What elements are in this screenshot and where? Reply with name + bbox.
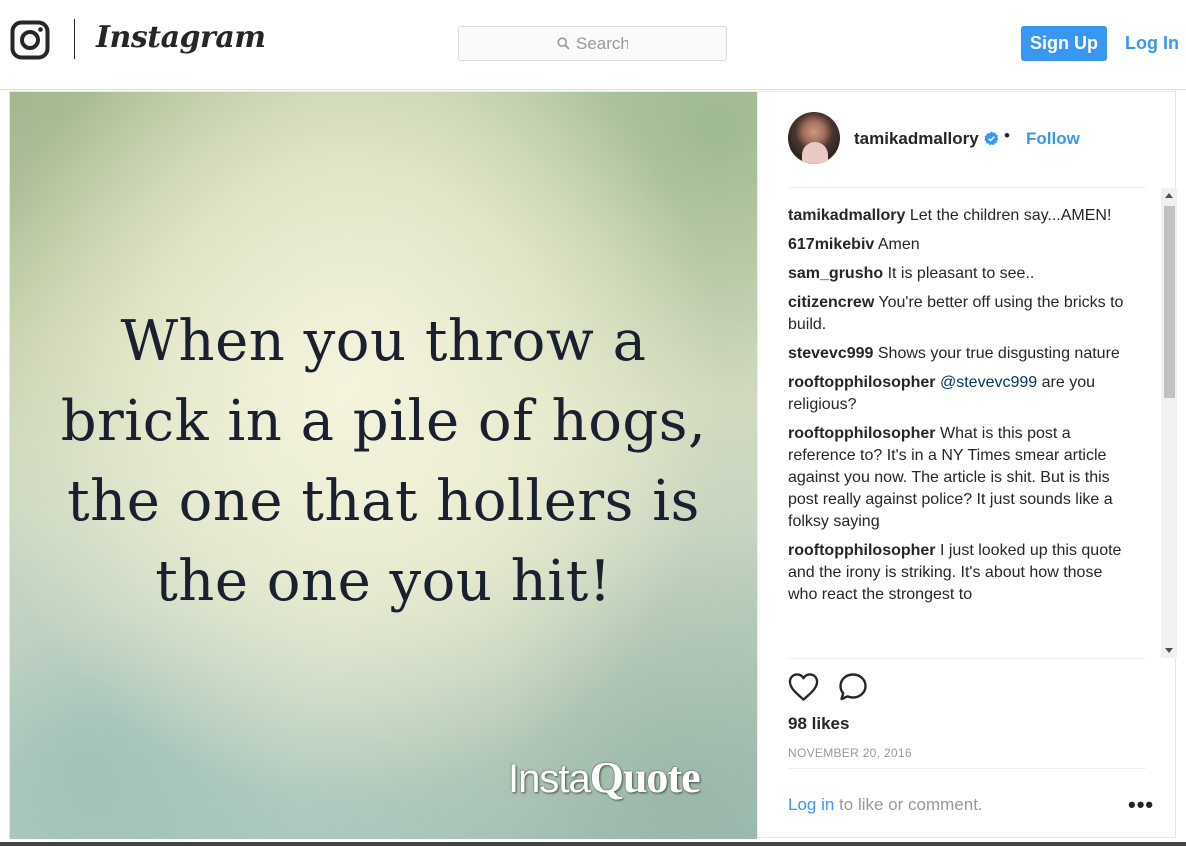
- comments-scrollbar[interactable]: [1161, 188, 1177, 658]
- avatar[interactable]: [788, 112, 840, 164]
- more-options-icon[interactable]: •••: [1128, 792, 1154, 818]
- quote-line: When you throw a: [120, 309, 647, 374]
- comment-username[interactable]: 617mikebiv: [788, 236, 874, 253]
- quote-line: the one that hollers is: [67, 469, 700, 534]
- divider: [788, 768, 1146, 769]
- comment-item: stevevc999 Shows your true disgusting na…: [788, 343, 1128, 365]
- header-divider: [74, 19, 75, 59]
- comment-text: It is pleasant to see..: [887, 265, 1035, 282]
- post-container: When you throw a brick in a pile of hogs…: [9, 91, 1177, 839]
- comment-item: tamikadmallory Let the children say...AM…: [788, 205, 1128, 227]
- comment-item: citizencrew You're better off using the …: [788, 292, 1128, 336]
- instagram-wordmark-logo[interactable]: Instagram: [96, 20, 266, 55]
- heart-icon[interactable]: [788, 672, 819, 702]
- comment-mention-link[interactable]: @stevevc999: [940, 374, 1037, 391]
- comment-username[interactable]: sam_grusho: [788, 265, 883, 282]
- log-in-link-inline[interactable]: Log in: [788, 795, 834, 814]
- window-bottom-edge: [0, 842, 1186, 846]
- divider: [788, 658, 1146, 659]
- scrollbar-thumb[interactable]: [1164, 206, 1175, 398]
- post-side-panel: tamikadmallory • Follow tamikadmallory L…: [757, 92, 1177, 837]
- comment-username[interactable]: rooftopphilosopher: [788, 374, 936, 391]
- comment-username[interactable]: stevevc999: [788, 345, 873, 362]
- login-prompt-text: to like or comment.: [834, 795, 983, 814]
- quote-text: When you throw a brick in a pile of hogs…: [10, 302, 757, 622]
- comment-username[interactable]: rooftopphilosopher: [788, 542, 936, 559]
- separator-dot: •: [1004, 126, 1010, 145]
- post-actions: [788, 672, 908, 704]
- watermark-quote: Quote: [589, 753, 701, 802]
- login-prompt: Log in to like or comment.: [788, 795, 983, 815]
- comment-text: Let the children say...AMEN!: [909, 207, 1112, 224]
- post-header: tamikadmallory • Follow: [788, 112, 1148, 164]
- instagram-camera-icon[interactable]: [10, 20, 50, 60]
- log-in-link[interactable]: Log In: [1125, 33, 1179, 54]
- comment-item: rooftopphilosopher I just looked up this…: [788, 540, 1128, 606]
- search-box[interactable]: [458, 26, 727, 61]
- watermark-insta: Insta: [508, 757, 591, 801]
- post-image[interactable]: When you throw a brick in a pile of hogs…: [10, 92, 757, 839]
- comment-username[interactable]: tamikadmallory: [788, 207, 905, 224]
- comment-text: Amen: [877, 236, 920, 253]
- quote-line: the one you hit!: [155, 549, 612, 614]
- top-navigation-bar: Instagram Sign Up Log In: [0, 0, 1186, 90]
- scroll-up-arrow-icon[interactable]: [1165, 193, 1173, 198]
- search-icon: [557, 37, 570, 50]
- comment-item: rooftopphilosopher What is this post a r…: [788, 423, 1128, 533]
- comment-bubble-icon[interactable]: [838, 672, 868, 702]
- comment-item: 617mikebiv Amen: [788, 234, 1128, 256]
- comment-text: Shows your true disgusting nature: [877, 345, 1120, 362]
- comment-item: rooftopphilosopher @stevevc999 are you r…: [788, 372, 1128, 416]
- post-date: NOVEMBER 20, 2016: [788, 746, 912, 760]
- follow-button[interactable]: Follow: [1026, 129, 1080, 149]
- comments-list[interactable]: tamikadmallory Let the children say...AM…: [788, 188, 1162, 658]
- instaquote-watermark: InstaQuote: [508, 752, 701, 803]
- likes-count[interactable]: 98 likes: [788, 714, 849, 734]
- verified-badge-icon: [984, 131, 999, 146]
- scroll-down-arrow-icon[interactable]: [1165, 648, 1173, 653]
- comment-item: sam_grusho It is pleasant to see..: [788, 263, 1128, 285]
- post-author-username[interactable]: tamikadmallory: [854, 129, 979, 149]
- search-input[interactable]: [576, 33, 628, 54]
- quote-line: brick in a pile of hogs,: [60, 389, 707, 454]
- comment-username[interactable]: citizencrew: [788, 294, 874, 311]
- comment-username[interactable]: rooftopphilosopher: [788, 425, 936, 442]
- sign-up-button[interactable]: Sign Up: [1021, 26, 1107, 61]
